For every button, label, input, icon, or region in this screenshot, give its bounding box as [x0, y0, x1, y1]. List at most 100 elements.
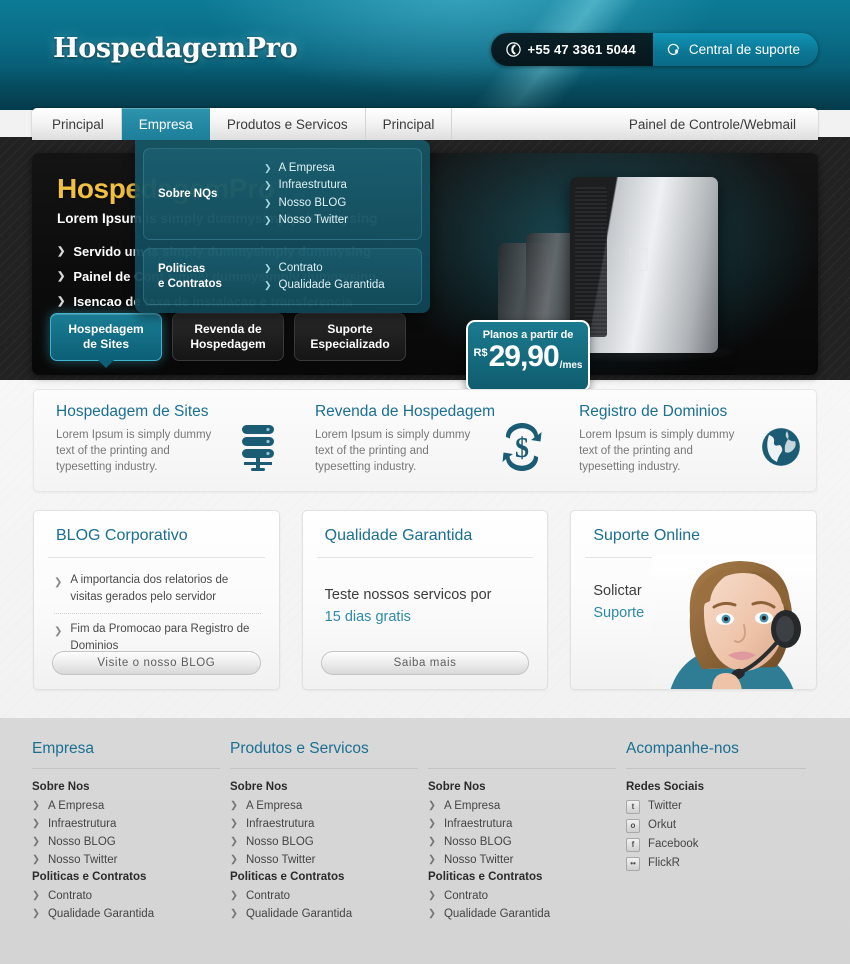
service-hospedagem-de-sites[interactable]: Hospedagem de Sites Lorem Ipsum is simpl… — [34, 390, 293, 491]
social-link-flickr[interactable]: •• FlickR — [626, 854, 806, 873]
footer-link-label: Nosso Twitter — [245, 854, 316, 866]
footer-link-a-empresa[interactable]: ❯ A Empresa — [230, 797, 418, 815]
blog-box: BLOG Corporativo ❯ A importancia dos rel… — [33, 510, 280, 690]
footer-link-label: Contrato — [245, 890, 291, 902]
price-currency: R$ — [473, 347, 488, 359]
price-badge: Planos a partir de R$ 29,90 /mes — [466, 320, 590, 392]
footer-link-infraestrutura[interactable]: ❯ Infraestrutura — [230, 815, 418, 833]
footer-link-nosso-twitter[interactable]: ❯ Nosso Twitter — [32, 851, 220, 869]
footer-link-infraestrutura[interactable]: ❯ Infraestrutura — [32, 815, 220, 833]
dropdown-link-contrato[interactable]: ❯ Contrato — [264, 259, 413, 277]
dropdown-group-title: Sobre NQs — [158, 187, 218, 200]
footer-link-qualidade-garantida[interactable]: ❯ Qualidade Garantida — [32, 905, 220, 923]
quality-line-2[interactable]: 15 dias gratis — [325, 606, 548, 628]
support-block[interactable]: Central de suporte — [652, 33, 818, 66]
support-line-2[interactable]: Suporte — [593, 602, 816, 624]
service-text: Revenda de Hospedagem Lorem Ipsum is sim… — [315, 403, 495, 491]
price-row: R$ 29,90 /mes — [468, 341, 588, 372]
nav-item-principal-2[interactable]: Principal — [366, 108, 453, 140]
apple-logo-icon:  — [626, 241, 651, 279]
quality-line-1: Teste nossos servicos por — [324, 587, 492, 603]
visit-blog-button[interactable]: Visite o nosso BLOG — [52, 651, 261, 675]
support-box-title: Suporte Online — [585, 511, 803, 558]
orkut-icon: o — [626, 818, 640, 833]
site-logo[interactable]: HospedagemPro — [53, 33, 298, 64]
chevron-right-icon: ❯ — [428, 800, 436, 811]
footer-link-a-empresa[interactable]: ❯ A Empresa — [32, 797, 220, 815]
footer-link-infraestrutura[interactable]: ❯ Infraestrutura — [428, 815, 616, 833]
tab-hospedagem-de-sites[interactable]: Hospedagem de Sites — [50, 313, 162, 361]
footer-link-nosso-twitter[interactable]: ❯ Nosso Twitter — [230, 851, 418, 869]
site-footer: Empresa Sobre Nos ❯ A Empresa ❯ Infraestru… — [0, 718, 850, 964]
footer-link-nosso-blog[interactable]: ❯ Nosso BLOG — [32, 833, 220, 851]
phone-block[interactable]: +55 47 3361 5044 — [490, 33, 653, 66]
chevron-right-icon: ❯ — [264, 215, 272, 225]
footer-link-nosso-twitter[interactable]: ❯ Nosso Twitter — [428, 851, 616, 869]
dropdown-link-label: Nosso Twitter — [278, 214, 348, 226]
footer-columns: Empresa Sobre Nos ❯ A Empresa ❯ Infraestru… — [0, 740, 850, 923]
social-link-orkut[interactable]: o Orkut — [626, 816, 806, 835]
service-registro-de-dominios[interactable]: Registro de Dominios Lorem Ipsum is simp… — [557, 390, 816, 491]
footer-column-heading: Produtos e Servicos — [230, 740, 418, 769]
chevron-right-icon: ❯ — [32, 800, 40, 811]
chevron-right-icon: ❯ — [230, 800, 238, 811]
tab-label-line2: Hospedagem — [190, 337, 266, 351]
learn-more-button[interactable]: Saiba mais — [320, 651, 530, 675]
footer-group-title: Sobre Nos — [428, 781, 486, 793]
dropdown-link-infraestrutura[interactable]: ❯ Infraestrutura — [264, 177, 413, 195]
footer-link-label: Nosso BLOG — [443, 836, 512, 848]
dropdown-link-nosso-blog[interactable]: ❯ Nosso BLOG — [264, 194, 413, 212]
footer-link-qualidade-garantida[interactable]: ❯ Qualidade Garantida — [428, 905, 616, 923]
empresa-dropdown-menu: Sobre NQs ❯ A Empresa ❯ Infraestrutura ❯… — [135, 140, 430, 313]
footer-link-nosso-blog[interactable]: ❯ Nosso BLOG — [230, 833, 418, 851]
quality-box-body: Teste nossos servicos por 15 dias gratis — [303, 558, 548, 628]
footer-link-contrato[interactable]: ❯ Contrato — [32, 887, 220, 905]
main-nav-wrap: Principal Empresa Produtos e Servicos Pr… — [0, 108, 850, 140]
footer-link-qualidade-garantida[interactable]: ❯ Qualidade Garantida — [230, 905, 418, 923]
phone-number: +55 47 3361 5044 — [527, 42, 636, 57]
footer-group-title: Redes Sociais — [626, 781, 704, 793]
svg-text:$: $ — [515, 433, 529, 464]
service-revenda-de-hospedagem[interactable]: Revenda de Hospedagem Lorem Ipsum is sim… — [293, 390, 557, 491]
social-link-label: Facebook — [648, 838, 699, 850]
tab-label-line2: Especializado — [310, 337, 390, 351]
dropdown-link-label: Qualidade Garantida — [278, 279, 385, 291]
dropdown-link-a-empresa[interactable]: ❯ A Empresa — [264, 159, 413, 177]
footer-group-title: Sobre Nos — [230, 781, 288, 793]
dropdown-link-nosso-twitter[interactable]: ❯ Nosso Twitter — [264, 212, 413, 230]
nav-item-painel-controle-webmail[interactable]: Painel de Controle/Webmail — [612, 108, 818, 140]
dropdown-link-qualidade-garantida[interactable]: ❯ Qualidade Garantida — [264, 277, 413, 295]
footer-link-contrato[interactable]: ❯ Contrato — [428, 887, 616, 905]
social-link-facebook[interactable]: f Facebook — [626, 835, 806, 854]
tab-revenda-de-hospedagem[interactable]: Revenda de Hospedagem — [172, 313, 284, 361]
footer-link-label: Qualidade Garantida — [443, 908, 551, 920]
tab-label-line1: Suporte — [327, 322, 373, 336]
tab-label-line2: de Sites — [82, 337, 129, 351]
social-link-label: Twitter — [648, 800, 682, 812]
chevron-right-icon: ❯ — [428, 854, 436, 865]
blog-box-title: BLOG Corporativo — [48, 511, 265, 558]
plan-tabs: Hospedagem de Sites Revenda de Hospedage… — [50, 313, 406, 361]
headset-icon — [667, 43, 679, 55]
chevron-right-icon: ❯ — [230, 818, 238, 829]
nav-item-empresa[interactable]: Empresa — [121, 108, 210, 140]
nav-item-produtos-servicos[interactable]: Produtos e Servicos — [210, 108, 366, 140]
blog-list-item[interactable]: ❯ A importancia dos relatorios de visita… — [54, 572, 261, 614]
footer-link-a-empresa[interactable]: ❯ A Empresa — [428, 797, 616, 815]
tab-suporte-especializado[interactable]: Suporte Especializado — [294, 313, 406, 361]
footer-link-contrato[interactable]: ❯ Contrato — [230, 887, 418, 905]
social-link-twitter[interactable]: t Twitter — [626, 797, 806, 816]
blog-item-label: Fim da Promocao para Registro de Dominio… — [70, 623, 250, 652]
footer-link-label: A Empresa — [443, 800, 501, 812]
chevron-right-icon: ❯ — [32, 836, 40, 847]
dropdown-link-label: Contrato — [278, 261, 323, 274]
nav-item-principal-1[interactable]: Principal — [32, 108, 122, 140]
service-title: Registro de Dominios — [579, 403, 728, 420]
dropdown-links: ❯ Contrato ❯ Qualidade Garantida — [264, 259, 413, 294]
footer-link-label: Nosso BLOG — [47, 836, 116, 848]
dropdown-group-sobre-nos: Sobre NQs ❯ A Empresa ❯ Infraestrutura ❯… — [143, 148, 422, 240]
footer-link-nosso-blog[interactable]: ❯ Nosso BLOG — [428, 833, 616, 851]
dropdown-group-title: Politicas e Contratos — [152, 259, 264, 294]
chevron-right-icon: ❯ — [57, 246, 66, 257]
